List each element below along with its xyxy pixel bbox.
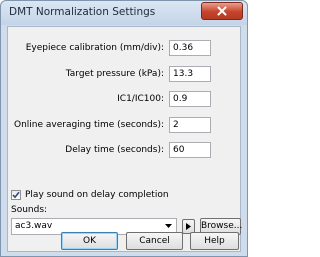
play-sound-label: Play sound on delay completion	[25, 190, 169, 200]
delay-time-label: Delay time (seconds):	[65, 145, 164, 155]
cancel-button[interactable]: Cancel	[126, 232, 183, 250]
eyepiece-calibration-label: Eyepiece calibration (mm/div):	[25, 43, 164, 53]
close-button[interactable]	[201, 2, 243, 20]
ok-button[interactable]: OK	[61, 232, 118, 250]
title-bar[interactable]: DMT Normalization Settings	[1, 1, 247, 25]
window-title: DMT Normalization Settings	[9, 6, 156, 18]
online-averaging-time-label: Online averaging time (seconds):	[13, 120, 164, 130]
dialog-body: Eyepiece calibration (mm/div): 0.36 Targ…	[7, 26, 242, 252]
chevron-down-icon	[165, 224, 172, 228]
online-averaging-time-input[interactable]: 2	[169, 117, 211, 133]
ic-ratio-input[interactable]: 0.9	[169, 91, 211, 107]
delay-time-input[interactable]: 60	[169, 142, 211, 158]
sounds-dropdown-value: ac3.wav	[15, 221, 53, 231]
sounds-label: Sounds:	[11, 205, 48, 215]
play-sound-checkbox[interactable]	[11, 190, 21, 200]
play-icon	[186, 223, 191, 230]
eyepiece-calibration-input[interactable]: 0.36	[169, 40, 211, 56]
ic-ratio-label: IC1/IC100:	[117, 94, 164, 104]
target-pressure-label: Target pressure (kPa):	[65, 69, 164, 79]
dialog-window: DMT Normalization Settings Eyepiece cali…	[0, 0, 248, 257]
checkmark-icon	[12, 191, 20, 199]
close-icon	[217, 6, 227, 16]
target-pressure-input[interactable]: 13.3	[169, 66, 211, 82]
help-button[interactable]: Help	[190, 232, 239, 250]
